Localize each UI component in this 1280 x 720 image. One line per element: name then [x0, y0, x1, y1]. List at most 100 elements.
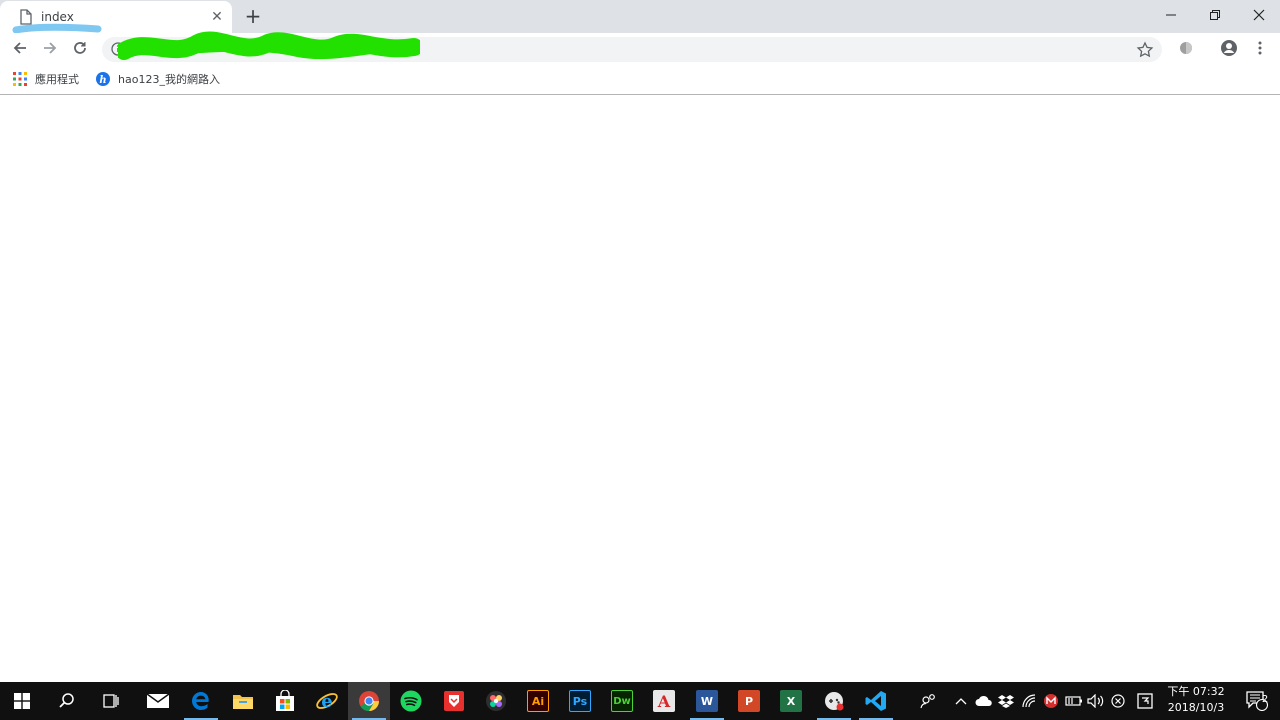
- wifi-tray[interactable]: [1019, 691, 1039, 711]
- mail-icon: [146, 693, 170, 708]
- creative-cloud-icon: [486, 691, 506, 711]
- taskbar-app-dreamweaver[interactable]: Dw: [601, 682, 643, 720]
- extension-button[interactable]: [1176, 38, 1196, 58]
- svg-text:e: e: [321, 691, 332, 712]
- blocked-tray[interactable]: [1108, 691, 1128, 711]
- extension-circle-icon: [1180, 42, 1192, 54]
- show-hidden-icons-button[interactable]: [951, 691, 971, 711]
- taskbar-clock[interactable]: 下午 07:32 2018/10/3: [1162, 684, 1230, 718]
- back-button[interactable]: [8, 36, 32, 60]
- action-center-button[interactable]: 2: [1234, 682, 1280, 720]
- task-view-icon: [103, 694, 119, 708]
- clock-date: 2018/10/3: [1167, 701, 1225, 714]
- word-icon: W: [696, 690, 718, 712]
- kebab-menu-icon: [1258, 41, 1262, 55]
- chevron-up-icon: [955, 698, 967, 705]
- close-window-button[interactable]: [1236, 0, 1280, 30]
- dreamweaver-icon: Dw: [611, 690, 633, 712]
- taskbar-app-game[interactable]: [813, 682, 855, 720]
- restore-button[interactable]: [1192, 0, 1238, 30]
- task-view-button[interactable]: [90, 682, 132, 720]
- dropbox-icon: [998, 695, 1014, 708]
- forward-button[interactable]: [38, 36, 62, 60]
- svg-text:h: h: [99, 75, 106, 86]
- minimize-icon: [1166, 14, 1176, 16]
- taskbar-app-internet-explorer[interactable]: e: [306, 682, 348, 720]
- browser-toolbar: [0, 31, 1280, 64]
- clock-time: 下午 07:32: [1167, 685, 1225, 698]
- vscode-icon: [865, 691, 886, 711]
- reload-button[interactable]: [68, 36, 92, 60]
- onedrive-tray[interactable]: [974, 691, 994, 711]
- bookmark-apps[interactable]: 應用程式: [13, 70, 79, 88]
- menu-button[interactable]: [1250, 38, 1270, 58]
- apps-grid-icon: [13, 72, 27, 86]
- restore-icon: [1210, 10, 1220, 20]
- store-icon: [276, 690, 294, 711]
- chrome-icon: [359, 691, 379, 712]
- ime-tray[interactable]: [1135, 691, 1155, 711]
- notification-count-badge: 2: [1261, 694, 1269, 705]
- windows-logo-icon: [14, 693, 30, 709]
- taskbar-app-chrome[interactable]: [348, 682, 390, 720]
- shield-m-icon: [1044, 694, 1058, 708]
- battery-plug-icon: [1065, 696, 1082, 706]
- battery-tray[interactable]: [1064, 691, 1084, 711]
- taskbar-app-file-explorer[interactable]: [222, 682, 264, 720]
- excel-icon: X: [780, 690, 802, 712]
- bookmark-label: hao123_我的網路入: [118, 73, 220, 86]
- start-button[interactable]: [0, 682, 44, 720]
- profile-button[interactable]: [1219, 38, 1239, 58]
- bookmark-star-icon[interactable]: [1136, 41, 1154, 59]
- taskbar-app-excel[interactable]: X: [770, 682, 812, 720]
- taskbar-app-edge[interactable]: [180, 682, 222, 720]
- powerpoint-icon: P: [738, 690, 760, 712]
- game-app-icon: [825, 692, 844, 711]
- illustrator-icon: Ai: [527, 690, 549, 712]
- people-button[interactable]: [918, 691, 938, 711]
- volume-tray[interactable]: [1086, 691, 1106, 711]
- speaker-icon: [1087, 694, 1104, 708]
- taskbar-app-illustrator[interactable]: Ai: [517, 682, 559, 720]
- address-bar[interactable]: [102, 31, 1162, 62]
- taskbar-app-powerpoint[interactable]: P: [728, 682, 770, 720]
- new-tab-button[interactable]: +: [243, 5, 263, 27]
- taskbar-app-photoshop[interactable]: Ps: [559, 682, 601, 720]
- taskbar-app-store[interactable]: [264, 682, 306, 720]
- bookmarks-bar: 應用程式 h hao123_我的網路入: [0, 64, 1280, 95]
- wifi-icon: [1022, 694, 1036, 708]
- taskbar: e Ai Ps Dw A W P X 下午 07:32 2018/10/3 2: [0, 682, 1280, 720]
- circle-x-icon: [1111, 694, 1125, 708]
- taskbar-app-acrobat[interactable]: A: [643, 682, 685, 720]
- folder-icon: [233, 695, 253, 709]
- spotify-icon: [400, 690, 422, 712]
- ie-icon: e: [316, 691, 338, 712]
- taskbar-app-spotify[interactable]: [390, 682, 432, 720]
- search-icon: [59, 693, 74, 708]
- reload-icon: [74, 42, 86, 54]
- page-content: [0, 96, 1280, 682]
- taskbar-app-creative-cloud[interactable]: [475, 682, 517, 720]
- antivirus-tray[interactable]: [1041, 691, 1061, 711]
- back-arrow-icon: [13, 42, 26, 54]
- minimize-button[interactable]: [1148, 0, 1194, 30]
- taskbar-app-mail[interactable]: [137, 682, 179, 720]
- dropbox-tray[interactable]: [996, 691, 1016, 711]
- cloud-icon: [975, 695, 992, 706]
- red-app-icon: [444, 691, 464, 711]
- hao123-icon: h: [96, 72, 110, 86]
- taskbar-app-red[interactable]: [433, 682, 475, 720]
- ime-icon: [1137, 693, 1153, 709]
- url-redaction-scribble: [118, 31, 420, 60]
- bookmark-label: 應用程式: [35, 73, 79, 86]
- forward-arrow-icon: [44, 42, 57, 54]
- edge-icon: [192, 692, 209, 710]
- search-button[interactable]: [46, 682, 88, 720]
- taskbar-app-word[interactable]: W: [686, 682, 728, 720]
- close-icon: [1253, 9, 1265, 21]
- people-icon: [920, 694, 935, 709]
- bookmark-hao123[interactable]: h hao123_我的網路入: [96, 70, 220, 88]
- tab-close-button[interactable]: ✕: [209, 8, 225, 26]
- acrobat-icon: A: [653, 690, 675, 712]
- taskbar-app-vscode[interactable]: [855, 682, 897, 720]
